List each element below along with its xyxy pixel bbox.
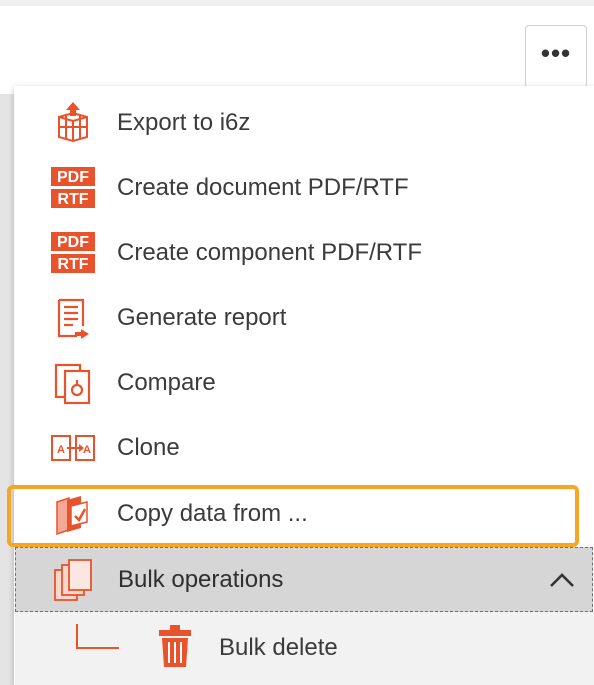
clone-icon: A A [50,425,96,471]
menu-item-label: Copy data from ... [117,500,308,527]
svg-text:PDF: PDF [57,234,89,251]
background-panel-edge [0,94,14,685]
ellipsis-icon: ••• [540,37,572,68]
chevron-up-icon[interactable] [546,564,578,596]
pdf-rtf-icon: PDF RTF [50,165,96,211]
menu-item-label: Bulk operations [118,566,284,593]
menu-item-label: Export to i6z [117,109,251,136]
report-icon [50,295,96,341]
menu-item-copy-data-from[interactable]: Copy data from ... [14,482,594,546]
svg-text:A: A [57,444,65,456]
menu-item-label: Generate report [117,304,287,331]
submenu-item-bulk-delete[interactable]: Bulk delete [15,612,594,685]
menu-item-generate-report[interactable]: Generate report [14,286,594,350]
submenu-item-label: Bulk delete [219,634,338,661]
export-cube-icon [50,100,96,146]
svg-text:PDF: PDF [57,169,89,186]
svg-text:RTF: RTF [57,256,88,273]
trash-icon [158,624,194,670]
tree-connector [75,622,121,652]
menu-item-export-i6z[interactable]: Export to i6z [14,91,594,155]
copy-data-icon [50,491,96,537]
menu-item-bulk-operations[interactable]: Bulk operations [15,547,593,612]
svg-text:RTF: RTF [57,191,88,208]
menu-item-label: Create document PDF/RTF [117,174,409,201]
bulk-docs-icon [51,556,99,604]
top-toolbar: ••• [0,6,594,94]
menu-item-create-document-pdf[interactable]: PDF RTF Create document PDF/RTF [14,156,594,220]
menu-item-label: Clone [117,434,180,461]
menu-item-label: Create component PDF/RTF [117,239,423,266]
menu-item-clone[interactable]: A A Clone [14,416,594,480]
svg-text:A: A [83,444,91,456]
compare-icon [50,360,96,406]
menu-item-label: Compare [117,369,216,396]
more-actions-button[interactable]: ••• [525,25,587,88]
pdf-rtf-icon: PDF RTF [50,230,96,276]
menu-item-compare[interactable]: Compare [14,351,594,415]
page: ••• Export to i6z PDF RTF Create documen… [0,0,594,685]
menu-item-create-component-pdf[interactable]: PDF RTF Create component PDF/RTF [14,221,594,285]
